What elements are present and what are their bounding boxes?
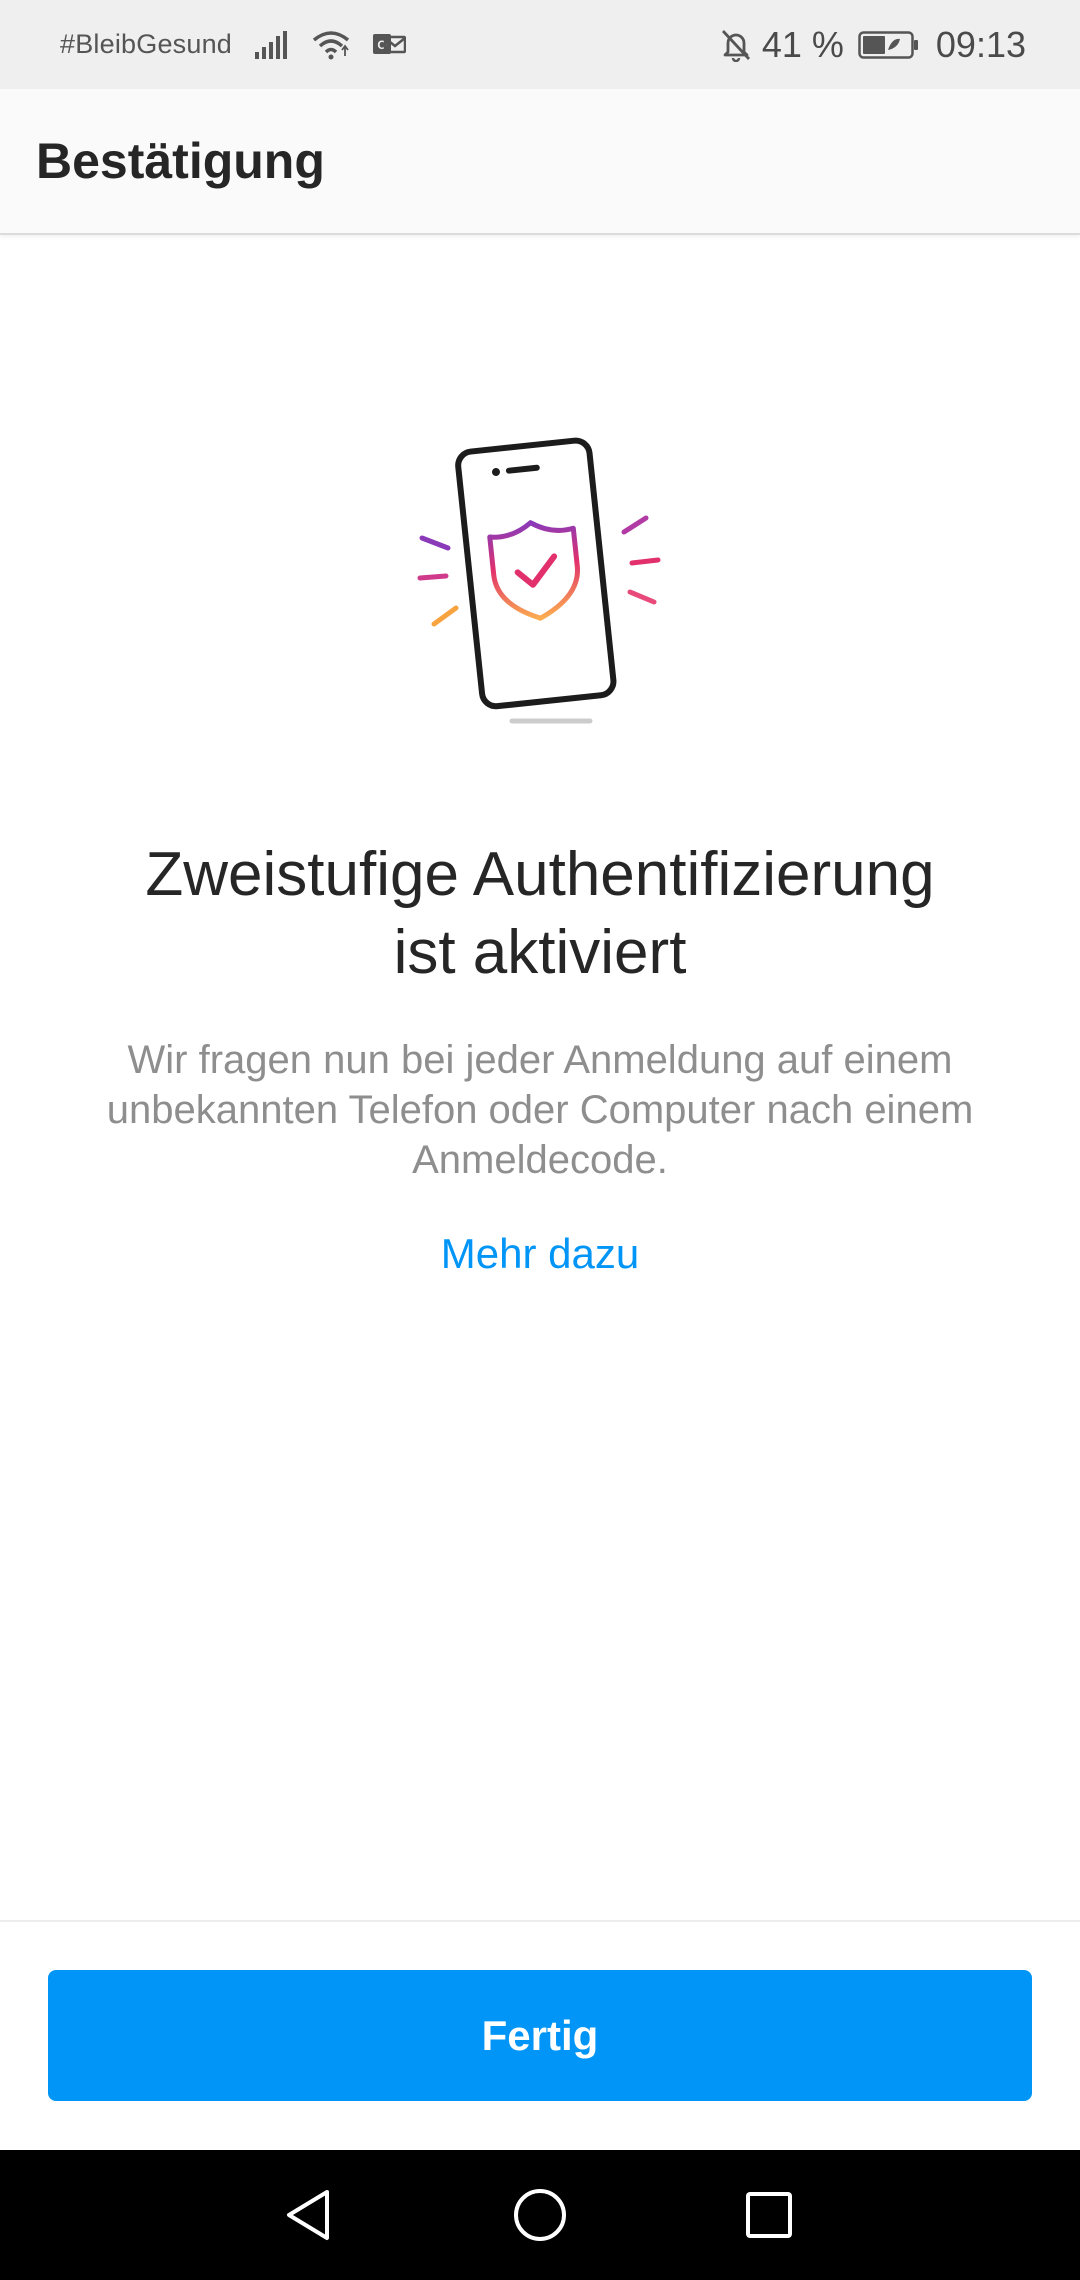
headline: Zweistufige Authentifizierung ist aktivi… — [40, 836, 1040, 992]
page-title: Bestätigung — [36, 133, 325, 189]
headline-line-1: Zweistufige Authentifizierung — [145, 840, 935, 909]
home-icon[interactable] — [509, 2184, 571, 2246]
back-icon[interactable] — [277, 2184, 339, 2246]
description-line-1: Wir fragen nun bei jeder Anmeldung auf e… — [127, 1038, 953, 1082]
status-bar: #BleibGesund O 41 % 09:13 — [0, 0, 1080, 89]
mute-icon — [720, 28, 752, 62]
battery-percent: 41 % — [761, 23, 844, 65]
description-line-3: Anmeldecode. — [412, 1138, 668, 1182]
carrier-text: #BleibGesund — [60, 29, 233, 59]
battery-icon — [858, 30, 920, 60]
status-bar-right: 41 % 09:13 — [720, 24, 1026, 66]
app-bar: Bestätigung — [0, 89, 1080, 235]
notification-icon: O — [372, 31, 407, 59]
status-time: 09:13 — [935, 23, 1026, 65]
learn-more-link[interactable]: Mehr dazu — [340, 1226, 740, 1282]
status-bar-left: #BleibGesund O — [60, 29, 407, 60]
description-line-2: unbekannten Telefon oder Computer nach e… — [106, 1088, 974, 1132]
done-button[interactable]: Fertig — [48, 1970, 1032, 2101]
wifi-icon — [312, 30, 350, 60]
phone-shield-check-icon — [400, 420, 680, 740]
signal-icon — [254, 30, 290, 60]
recents-icon[interactable] — [738, 2184, 800, 2246]
footer-divider — [0, 1920, 1080, 1922]
description: Wir fragen nun bei jeder Anmeldung auf e… — [70, 1035, 1010, 1185]
headline-line-2: ist aktiviert — [393, 918, 687, 987]
